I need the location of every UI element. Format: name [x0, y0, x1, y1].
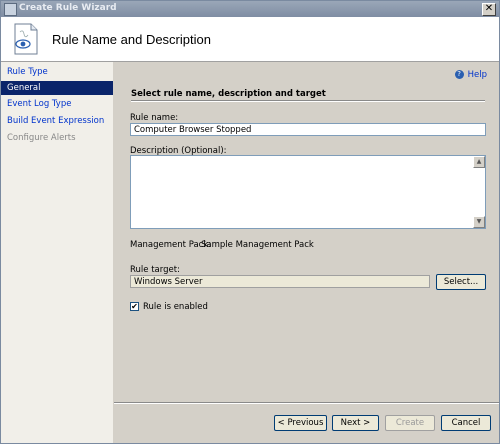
scroll-down-icon[interactable]: ▼	[473, 216, 485, 228]
nav-item-build-event-expression[interactable]: Build Event Expression	[1, 114, 113, 128]
help-label: Help	[467, 70, 487, 80]
wizard-header: Rule Name and Description	[1, 17, 499, 62]
next-button[interactable]: Next >	[332, 415, 379, 431]
select-target-button[interactable]: Select...	[436, 274, 486, 290]
section-title: Select rule name, description and target	[131, 89, 326, 99]
cancel-button[interactable]: Cancel	[441, 415, 491, 431]
rule-name-input[interactable]: Computer Browser Stopped	[130, 123, 486, 136]
wizard-nav: Rule Type General Event Log Type Build E…	[1, 62, 113, 443]
create-button: Create	[385, 415, 435, 431]
management-pack-label: Management Pack:	[130, 240, 212, 250]
main-panel: ? Help Select rule name, description and …	[114, 62, 499, 402]
previous-button[interactable]: < Previous	[274, 415, 327, 431]
nav-item-rule-type[interactable]: Rule Type	[1, 65, 113, 79]
section-divider	[131, 100, 485, 102]
page-title: Rule Name and Description	[52, 32, 211, 47]
rule-enabled-label: Rule is enabled	[143, 302, 208, 312]
footer-divider	[114, 402, 499, 404]
rule-target-field: Windows Server	[130, 275, 430, 288]
help-link[interactable]: ? Help	[454, 70, 487, 80]
nav-item-event-log-type[interactable]: Event Log Type	[1, 97, 113, 111]
wizard-window: Create Rule Wizard ✕ Rule Name and Descr…	[0, 0, 500, 444]
management-pack-value: Sample Management Pack	[201, 240, 314, 250]
window-title: Create Rule Wizard	[19, 3, 117, 13]
help-icon: ?	[454, 70, 464, 79]
nav-item-configure-alerts: Configure Alerts	[7, 133, 76, 143]
rule-document-icon	[14, 23, 38, 55]
rule-target-label: Rule target:	[130, 265, 180, 275]
rule-name-label: Rule name:	[130, 113, 179, 123]
title-bar[interactable]: Create Rule Wizard ✕	[1, 1, 499, 17]
window-icon	[4, 3, 17, 16]
close-icon[interactable]: ✕	[482, 3, 496, 16]
nav-item-general[interactable]: General	[1, 81, 113, 95]
rule-enabled-checkbox[interactable]: ✔	[130, 302, 139, 311]
scroll-up-icon[interactable]: ▲	[473, 156, 485, 168]
description-textarea[interactable]: ▲ ▼	[130, 155, 486, 229]
